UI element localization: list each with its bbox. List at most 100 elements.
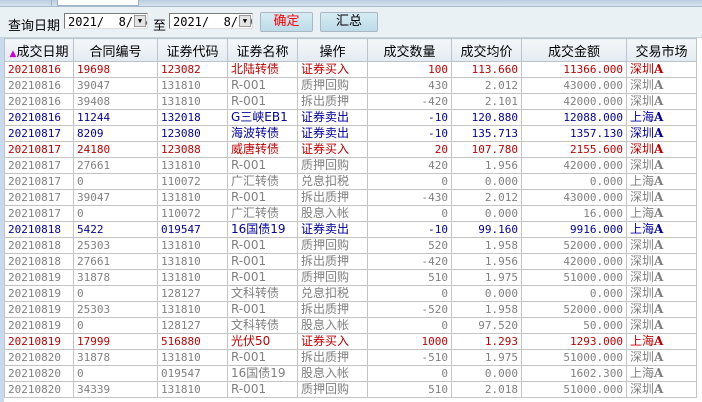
table-row[interactable]: 20210817 0 110072 广汇转债 股息入帐 0 0.000 16.000 上海A xyxy=(4,205,697,222)
col-header-label: 成交日期 xyxy=(16,44,69,60)
table-row[interactable]: 20210818 25303 131810 R-001 质押回购 520 1.958 5200… xyxy=(4,237,697,254)
market-type: A xyxy=(654,78,664,93)
cell-amount: 9916.000 xyxy=(521,221,627,238)
col-header-name[interactable]: 证券名称 xyxy=(227,38,298,62)
cell-date: 20210819 xyxy=(4,301,74,318)
cell-code: 132018 xyxy=(157,109,228,126)
cell-contract: 27661 xyxy=(73,157,158,174)
table-row[interactable]: 20210817 24180 123088 威唐转债 证券买入 20 107.780 2155… xyxy=(4,141,697,158)
cell-price: 1.975 xyxy=(451,349,522,366)
col-header-price[interactable]: 成交均价 xyxy=(451,38,522,62)
cell-operation: 股息入帐 xyxy=(297,205,368,222)
market-name: 深圳 xyxy=(630,78,655,93)
cell-price: 1.293 xyxy=(451,333,522,350)
table-row[interactable]: 20210819 0 128127 文科转债 股息入帐 0 97.520 50.000 深圳A xyxy=(4,317,697,334)
cell-quantity: 20 xyxy=(367,141,452,158)
cell-amount: 11366.000 xyxy=(521,61,627,78)
cell-market: 深圳A xyxy=(626,253,697,270)
col-header-market[interactable]: 交易市场 xyxy=(626,38,697,62)
trade-table: ▲成交日期 合同编号 证券代码 证券名称 操作 成交数量 成交均价 成交金额 交… xyxy=(4,38,697,398)
table-row[interactable]: 20210820 31878 131810 R-001 拆出质押 -510 1.975 510… xyxy=(4,349,697,366)
cell-contract: 0 xyxy=(73,173,158,190)
cell-amount: 0.000 xyxy=(521,285,627,302)
col-header-code[interactable]: 证券代码 xyxy=(157,38,228,62)
cell-price: 135.713 xyxy=(451,125,522,142)
tab-box[interactable] xyxy=(57,0,139,6)
cell-contract: 27661 xyxy=(73,253,158,270)
chevron-down-icon[interactable]: ▼ xyxy=(134,15,146,27)
cell-contract: 8209 xyxy=(73,125,158,142)
cell-amount: 50.000 xyxy=(521,317,627,334)
market-type: A xyxy=(654,254,664,269)
cell-quantity: -510 xyxy=(367,349,452,366)
chevron-down-icon[interactable]: ▼ xyxy=(239,15,251,27)
market-type: A xyxy=(654,382,664,397)
cell-operation: 拆出质押 xyxy=(297,349,368,366)
col-header-quantity[interactable]: 成交数量 xyxy=(367,38,452,62)
cell-market: 深圳A xyxy=(626,157,697,174)
cell-name: 文科转债 xyxy=(227,317,298,334)
market-name: 深圳 xyxy=(630,190,655,205)
cell-operation: 拆出质押 xyxy=(297,189,368,206)
market-type: A xyxy=(654,190,664,205)
table-row[interactable]: 20210817 39047 131810 R-001 拆出质押 -430 2.012 430… xyxy=(4,189,697,206)
cell-contract: 39408 xyxy=(73,93,158,110)
summary-button[interactable]: 汇总 xyxy=(320,12,378,32)
to-label: 至 xyxy=(153,19,167,34)
table-row[interactable]: 20210820 34339 131810 R-001 质押回购 510 2.018 5100… xyxy=(4,381,697,398)
cell-price: 120.880 xyxy=(451,109,522,126)
col-header-date[interactable]: ▲成交日期 xyxy=(4,38,74,62)
cell-market: 深圳A xyxy=(626,61,697,78)
cell-name: 广汇转债 xyxy=(227,205,298,222)
cell-amount: 1602.300 xyxy=(521,365,627,382)
cell-price: 1.958 xyxy=(451,301,522,318)
table-row[interactable]: 20210819 17999 516880 光伏50 证券买入 1000 1.293 1293… xyxy=(4,333,697,350)
cell-operation: 证券卖出 xyxy=(297,109,368,126)
cell-name: 广汇转债 xyxy=(227,173,298,190)
cell-quantity: 1000 xyxy=(367,333,452,350)
cell-date: 20210820 xyxy=(4,349,74,366)
cell-operation: 兑息扣税 xyxy=(297,173,368,190)
cell-price: 2.012 xyxy=(451,77,522,94)
cell-price: 107.780 xyxy=(451,141,522,158)
cell-market: 深圳A xyxy=(626,125,697,142)
table-row[interactable]: 20210818 27661 131810 R-001 拆出质押 -420 1.956 420… xyxy=(4,253,697,270)
cell-code: 110072 xyxy=(157,205,228,222)
table-row[interactable]: 20210818 5422 019547 16国债19 证券卖出 -10 99.160 991… xyxy=(4,221,697,238)
table-row[interactable]: 20210817 27661 131810 R-001 质押回购 420 1.956 4200… xyxy=(4,157,697,174)
cell-market: 深圳A xyxy=(626,349,697,366)
col-header-contract[interactable]: 合同编号 xyxy=(73,38,158,62)
market-name: 深圳 xyxy=(630,254,655,269)
market-type: A xyxy=(654,334,664,349)
market-type: A xyxy=(654,126,664,141)
col-header-amount[interactable]: 成交金额 xyxy=(521,38,627,62)
cell-quantity: -420 xyxy=(367,253,452,270)
cell-contract: 25303 xyxy=(73,237,158,254)
cell-price: 99.160 xyxy=(451,221,522,238)
table-row[interactable]: 20210816 39047 131810 R-001 质押回购 430 2.012 4300… xyxy=(4,77,697,94)
cell-code: 128127 xyxy=(157,317,228,334)
table-row[interactable]: 20210816 11244 132018 G三峡EB1 证券卖出 -10 120.880 1… xyxy=(4,109,697,126)
cell-code: 128127 xyxy=(157,285,228,302)
end-date-picker[interactable]: 2021/ 8/20 ▼ xyxy=(169,13,253,29)
start-date-picker[interactable]: 2021/ 8/16 ▼ xyxy=(64,13,148,29)
confirm-button[interactable]: 确定 xyxy=(260,12,313,32)
table-row[interactable]: 20210819 0 128127 文科转债 兑息扣税 0 0.000 0.000 深圳A xyxy=(4,285,697,302)
cell-market: 上海A xyxy=(626,109,697,126)
cell-price: 113.660 xyxy=(451,61,522,78)
query-date-label: 查询日期 xyxy=(8,19,61,34)
table-row[interactable]: 20210819 25303 131810 R-001 拆出质押 -520 1.958 520… xyxy=(4,301,697,318)
market-type: A xyxy=(654,302,664,317)
table-row[interactable]: 20210820 0 019547 16国债19 股息入帐 0 0.000 1602.300 上… xyxy=(4,365,697,382)
table-row[interactable]: 20210819 31878 131810 R-001 质押回购 510 1.975 5100… xyxy=(4,269,697,286)
col-header-operation[interactable]: 操作 xyxy=(297,38,368,62)
table-row[interactable]: 20210817 0 110072 广汇转债 兑息扣税 0 0.000 0.000 上海A xyxy=(4,173,697,190)
market-name: 深圳 xyxy=(630,382,655,397)
table-row[interactable]: 20210816 39408 131810 R-001 拆出质押 -420 2.101 420… xyxy=(4,93,697,110)
table-header-row: ▲成交日期 合同编号 证券代码 证券名称 操作 成交数量 成交均价 成交金额 交… xyxy=(4,38,697,62)
cell-code: 131810 xyxy=(157,349,228,366)
cell-operation: 质押回购 xyxy=(297,269,368,286)
table-row[interactable]: 20210817 8209 123080 海波转债 证券卖出 -10 135.713 1357… xyxy=(4,125,697,142)
cell-amount: 51000.000 xyxy=(521,381,627,398)
table-row[interactable]: 20210816 19698 123082 北陆转债 证券买入 100 113.660 113… xyxy=(4,61,697,78)
